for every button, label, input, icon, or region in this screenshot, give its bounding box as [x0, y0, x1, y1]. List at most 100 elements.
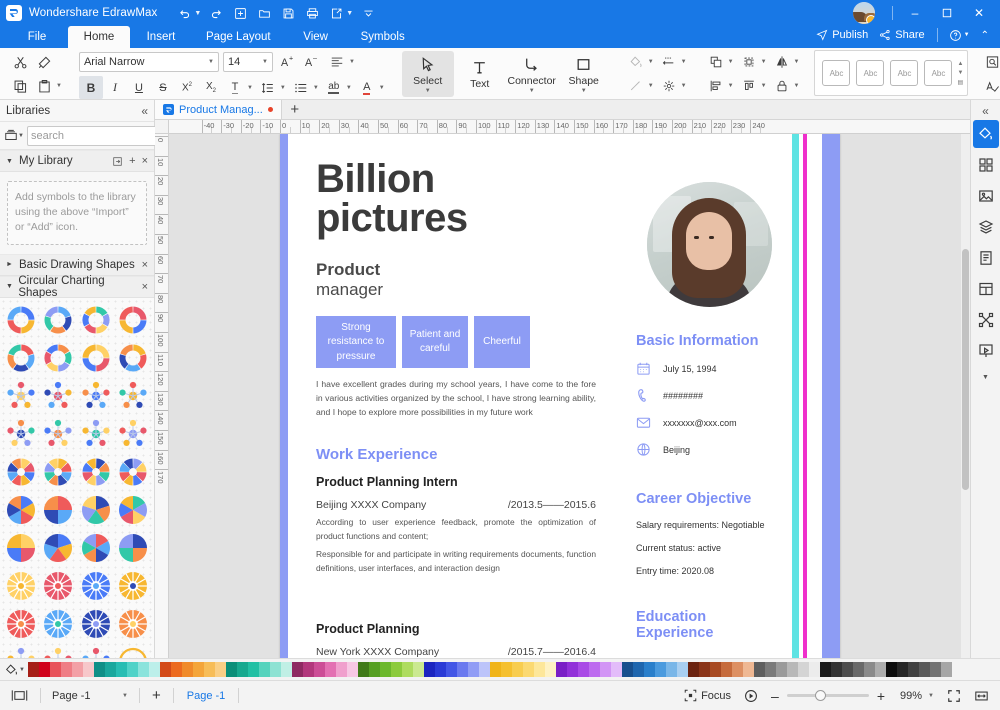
color-swatch[interactable]	[545, 662, 556, 677]
horizontal-ruler[interactable]: -40 -30 -20 -10 0 10 20 30 40 50 60 70 80 90 100 110 120…	[169, 120, 970, 134]
color-swatch[interactable]	[72, 662, 83, 677]
quick-style-2[interactable]: Abc	[856, 60, 885, 86]
collapse-libraries-icon[interactable]: «	[141, 104, 148, 118]
fill-bucket-icon[interactable]: ▼	[2, 663, 28, 677]
work-experience-heading[interactable]: Work Experience	[316, 446, 596, 463]
import-library-icon[interactable]	[112, 156, 123, 167]
shape-gallery-item[interactable]	[2, 302, 40, 338]
shape-gallery-item[interactable]	[40, 378, 78, 414]
quick-style-1[interactable]: Abc	[822, 60, 851, 86]
shape-gallery-item[interactable]	[40, 454, 78, 490]
color-swatch[interactable]	[391, 662, 402, 677]
fit-page-button[interactable]	[942, 686, 966, 706]
quick-style-4[interactable]: Abc	[924, 60, 953, 86]
color-swatch[interactable]	[424, 662, 435, 677]
color-swatch[interactable]	[281, 662, 292, 677]
line-spacing-button[interactable]: ▼	[256, 76, 289, 99]
color-swatch[interactable]	[512, 662, 523, 677]
color-swatch[interactable]	[710, 662, 721, 677]
color-swatch[interactable]	[776, 662, 787, 677]
shape-gallery-item[interactable]	[115, 378, 153, 414]
help-caret-icon[interactable]: ▼	[964, 32, 970, 38]
line-style-icon[interactable]	[657, 51, 681, 74]
chevron-down-icon[interactable]: ▼	[681, 83, 690, 89]
line-color-button[interactable]: ▼	[624, 75, 657, 98]
color-swatch[interactable]	[336, 662, 347, 677]
chevron-down-icon[interactable]: ▼	[349, 59, 358, 65]
shape-gallery-item[interactable]	[2, 416, 40, 452]
shape-gallery-item[interactable]	[77, 530, 115, 566]
shape-gallery-item[interactable]	[77, 340, 115, 376]
shape-gallery-item[interactable]	[77, 454, 115, 490]
close-button[interactable]: ✕	[964, 1, 994, 25]
align-text-icon[interactable]	[325, 50, 349, 73]
info-location[interactable]: Beijing	[663, 445, 690, 455]
paste-icon[interactable]	[32, 75, 56, 98]
info-email[interactable]: xxxxxxx@xxx.com	[663, 418, 737, 428]
select-tool-button[interactable]: Select ▼	[401, 51, 454, 97]
underline-icon[interactable]: U	[127, 76, 151, 99]
chevron-down-icon[interactable]: ▼	[728, 59, 737, 65]
color-swatch[interactable]	[721, 662, 732, 677]
close-library-icon[interactable]: ×	[142, 281, 148, 293]
effects-icon[interactable]	[657, 75, 681, 98]
superscript-icon[interactable]: X2	[175, 76, 199, 99]
close-library-icon[interactable]: ×	[142, 155, 148, 167]
color-swatch[interactable]	[28, 662, 39, 677]
color-swatch[interactable]	[105, 662, 116, 677]
find-replace-icon[interactable]	[980, 51, 1000, 74]
color-swatch[interactable]	[600, 662, 611, 677]
customize-qat-icon[interactable]	[357, 3, 379, 23]
bring-forward-icon[interactable]	[704, 51, 728, 74]
chevron-down-icon[interactable]: ▼	[761, 83, 770, 89]
color-swatch[interactable]	[413, 662, 424, 677]
increase-font-size-icon[interactable]: A +	[277, 50, 301, 73]
shape-gallery-item[interactable]	[40, 568, 78, 604]
fill-color-button[interactable]: ▼	[624, 51, 657, 74]
align-objects-button[interactable]: ▼	[704, 75, 737, 98]
color-swatch[interactable]	[127, 662, 138, 677]
resume-name[interactable]: Billion pictures	[316, 159, 596, 238]
document-panel-icon[interactable]	[973, 244, 999, 272]
close-library-icon[interactable]: ×	[142, 259, 148, 271]
chevron-down-icon[interactable]: ▼	[529, 88, 535, 94]
color-swatch[interactable]	[633, 662, 644, 677]
job-desc-1b[interactable]: Responsible for and participate in writi…	[316, 548, 596, 575]
color-swatch[interactable]	[171, 662, 182, 677]
shape-gallery-item[interactable]	[77, 606, 115, 642]
color-swatch[interactable]	[149, 662, 160, 677]
bullet-list-icon[interactable]	[289, 76, 313, 99]
color-swatch[interactable]	[908, 662, 919, 677]
decrease-font-size-icon[interactable]: A –	[301, 50, 325, 73]
shape-gallery-item[interactable]	[115, 530, 153, 566]
resume-tag-2[interactable]: Patient and careful	[402, 316, 468, 369]
text-effects-icon[interactable]: T	[223, 76, 247, 99]
effects-button[interactable]: ▼	[657, 75, 690, 98]
info-row-location[interactable]: Beijing	[636, 442, 782, 457]
image-panel-icon[interactable]	[973, 182, 999, 210]
shape-gallery-item[interactable]	[40, 492, 78, 528]
scroll-up-icon[interactable]: ▲	[957, 61, 963, 67]
color-swatch[interactable]	[732, 662, 743, 677]
shape-gallery[interactable]	[0, 297, 154, 658]
job-title-2[interactable]: Product Planning	[316, 622, 596, 636]
color-swatch[interactable]	[567, 662, 578, 677]
zoom-out-button[interactable]: –	[766, 686, 784, 706]
color-swatch[interactable]	[611, 662, 622, 677]
color-swatch[interactable]	[292, 662, 303, 677]
color-swatch[interactable]	[270, 662, 281, 677]
print-icon[interactable]	[301, 3, 323, 23]
zoom-in-button[interactable]: +	[872, 686, 890, 706]
color-swatch[interactable]	[886, 662, 897, 677]
color-swatch[interactable]	[699, 662, 710, 677]
shape-gallery-item[interactable]	[2, 454, 40, 490]
shape-gallery-item[interactable]	[2, 492, 40, 528]
align-text-button[interactable]: ▼	[325, 50, 358, 73]
sidebar-item-circular-charting-shapes[interactable]: ▼ Circular Charting Shapes ×	[0, 275, 154, 299]
color-swatch[interactable]	[941, 662, 952, 677]
color-swatch[interactable]	[930, 662, 941, 677]
color-swatch[interactable]	[138, 662, 149, 677]
chevron-down-icon[interactable]: ▼	[794, 59, 803, 65]
color-swatch[interactable]	[897, 662, 908, 677]
connector-panel-icon[interactable]	[973, 306, 999, 334]
